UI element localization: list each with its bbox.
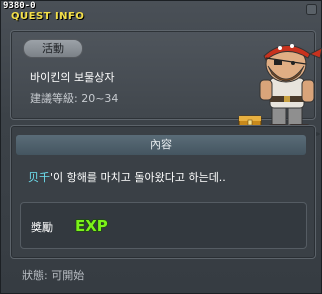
window-title: QUEST INFO — [11, 11, 85, 22]
quest-type-badge: 活動 — [23, 39, 83, 58]
quest-content-panel: 內容 贝千'이 항해를 마치고 돌아왔다고 하는데.. 獎勵 EXP — [10, 125, 316, 259]
reward-box: 獎勵 EXP — [20, 202, 307, 249]
exp-icon: EXP — [74, 216, 108, 235]
description-text: '이 항해를 마치고 돌아왔다고 하는데.. — [50, 171, 226, 184]
npc-name-highlight: 贝千 — [28, 171, 50, 184]
quest-name: 바이킨의 보물상자 — [30, 71, 115, 84]
close-icon[interactable] — [306, 4, 317, 15]
quest-status: 狀態: 可開始 — [22, 269, 85, 282]
recommended-level: 建議等級: 20~34 — [30, 92, 119, 105]
reward-label: 獎勵 — [31, 221, 53, 234]
quest-description: 贝千'이 항해를 마치고 돌아왔다고 하는데.. — [28, 169, 226, 185]
content-header: 內容 — [16, 135, 306, 155]
quest-info-window: 9380-0 QUEST INFO 活動 바이킨의 보물상자 建議等級: 20~… — [0, 0, 322, 294]
exp-icon-text: EXP — [75, 217, 108, 235]
quest-id: 9380-0 — [3, 1, 36, 11]
quest-summary-panel: 活動 바이킨의 보물상자 建議等級: 20~34 — [10, 30, 322, 138]
